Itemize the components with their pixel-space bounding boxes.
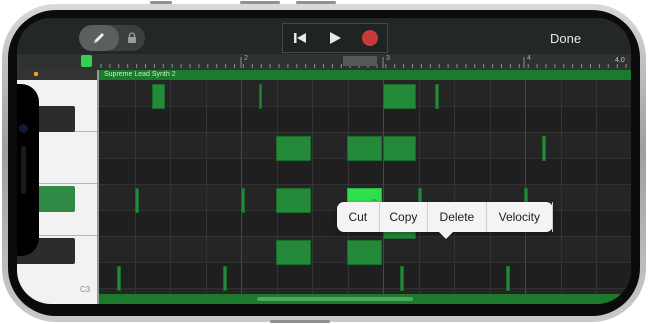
- note[interactable]: [117, 266, 121, 291]
- grid-beat-line: [170, 80, 171, 294]
- record-button[interactable]: [355, 25, 385, 51]
- side-button: [296, 1, 336, 4]
- region-header[interactable]: Supreme Lead Synth 2: [99, 70, 631, 80]
- grid-beat-line: [312, 80, 313, 294]
- note[interactable]: [400, 266, 404, 291]
- screen: Done 2 3 4 4.0 C3 Supreme Lead Synth 2 ⇔…: [17, 18, 631, 304]
- velocity-menu-item[interactable]: Velocity: [487, 202, 553, 232]
- grid-beat-line: [561, 80, 562, 294]
- region-footer: [99, 294, 631, 304]
- delete-menu-item[interactable]: Delete: [428, 202, 487, 232]
- play-icon: [329, 32, 341, 44]
- timeline-ruler[interactable]: 2 3 4 4.0: [17, 54, 631, 71]
- grid-beat-line: [241, 80, 242, 294]
- menu-pointer: [439, 232, 453, 239]
- top-toolbar: Done: [17, 18, 631, 54]
- note[interactable]: [276, 188, 311, 213]
- ruler-scroll-handle[interactable]: [343, 56, 377, 66]
- note[interactable]: [435, 84, 439, 109]
- region-name: Supreme Lead Synth 2: [104, 71, 176, 78]
- notch: [17, 84, 39, 256]
- row-band: [99, 106, 631, 132]
- grid-row-line: [99, 184, 631, 185]
- copy-menu-item[interactable]: Copy: [380, 202, 429, 232]
- row-band: [99, 262, 631, 288]
- edit-tool-group: [79, 25, 145, 51]
- transport-controls: [282, 23, 388, 53]
- lock-button[interactable]: [121, 25, 143, 51]
- ruler-ticks: [100, 57, 627, 68]
- grid-row-line: [99, 132, 631, 133]
- note[interactable]: [276, 136, 311, 161]
- cut-menu-item[interactable]: Cut: [337, 202, 380, 232]
- note[interactable]: [383, 136, 416, 161]
- skip-to-start-icon: [294, 33, 307, 43]
- record-icon: [361, 30, 378, 46]
- bar-marker-2: 2: [244, 55, 248, 62]
- side-button: [240, 1, 280, 4]
- side-button: [270, 320, 330, 323]
- bar-marker-4: 4: [527, 55, 531, 62]
- grid-beat-line: [596, 80, 597, 294]
- grid-row-line: [99, 288, 631, 289]
- home-indicator[interactable]: [257, 297, 413, 301]
- octave-label: C3: [80, 285, 91, 294]
- note[interactable]: [241, 188, 245, 213]
- note[interactable]: [259, 84, 262, 109]
- note[interactable]: [347, 240, 382, 265]
- note[interactable]: [347, 136, 382, 161]
- front-camera: [19, 124, 28, 133]
- keyboard-header: [17, 70, 97, 80]
- piano-roll-grid[interactable]: Supreme Lead Synth 2 ⇔ Cut Copy Delete V…: [99, 70, 631, 304]
- bar-marker-3: 3: [386, 55, 390, 62]
- grid-beat-line: [135, 80, 136, 294]
- row-band: [99, 158, 631, 184]
- side-button: [150, 1, 172, 4]
- grid-row-line: [99, 236, 631, 237]
- ruler-end-label: 4.0: [615, 57, 625, 64]
- note[interactable]: [383, 84, 416, 109]
- grid-beat-line: [206, 80, 207, 294]
- pencil-icon: [94, 33, 104, 43]
- note[interactable]: [152, 84, 165, 109]
- note[interactable]: [542, 136, 546, 161]
- grid-beat-line: [454, 80, 455, 294]
- note[interactable]: [276, 240, 311, 265]
- note-context-menu: Cut Copy Delete Velocity: [337, 202, 553, 239]
- note[interactable]: [223, 266, 227, 291]
- note[interactable]: [135, 188, 139, 213]
- track-dot: [34, 72, 38, 76]
- lock-icon: [128, 32, 136, 43]
- playhead-marker[interactable]: [81, 55, 92, 67]
- note[interactable]: [506, 266, 510, 291]
- pencil-button[interactable]: [79, 25, 119, 51]
- grid-beat-line: [490, 80, 491, 294]
- grid-beat-line: [383, 80, 384, 294]
- rewind-button[interactable]: [285, 25, 315, 51]
- grid-beat-line: [525, 80, 526, 294]
- speaker: [21, 146, 26, 194]
- play-button[interactable]: [320, 25, 350, 51]
- grid-row-line: [99, 106, 631, 107]
- grid-beat-line: [419, 80, 420, 294]
- done-button[interactable]: Done: [550, 31, 581, 46]
